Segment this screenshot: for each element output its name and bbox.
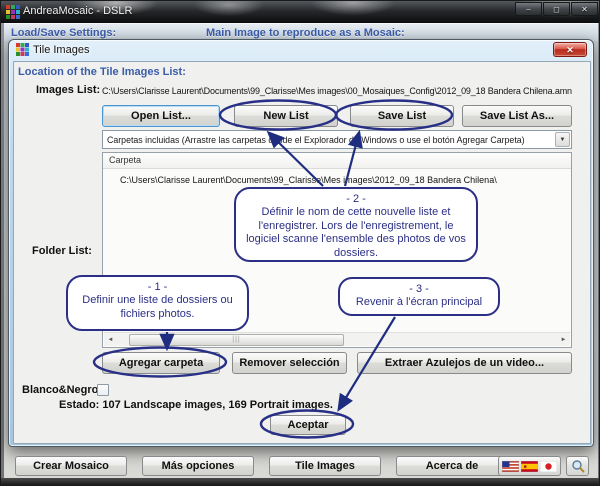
folder-list-label: Folder List: [32, 245, 92, 257]
new-list-button[interactable]: New List [234, 105, 338, 127]
section-heading: Location of the Tile Images List: [18, 66, 186, 78]
scrollbar-track[interactable]: ||| [117, 334, 557, 346]
scroll-right-icon[interactable]: ► [557, 334, 570, 346]
japan-flag-icon [540, 461, 557, 472]
search-settings-button[interactable] [566, 456, 589, 476]
blanco-negro-checkbox[interactable] [97, 384, 109, 396]
close-button[interactable]: ✕ [571, 2, 598, 16]
screen: AndreaMosaic - DSLR – ◻ ✕ Load/Save Sett… [0, 0, 600, 486]
callout-1: - 1 - Definir une liste de dossiers ou f… [66, 275, 249, 331]
callout-3: - 3 - Revenir à l'écran principal [338, 277, 500, 316]
dialog-title: Tile Images [33, 44, 89, 56]
horizontal-scrollbar[interactable]: ◄ ||| ► [104, 332, 570, 346]
folder-list-row[interactable]: C:\Users\Clarisse Laurent\Documents\99_C… [120, 175, 497, 185]
acerca-de-button[interactable]: Acerca de [396, 456, 508, 476]
blanco-negro-label: Blanco&Negro: [22, 384, 102, 396]
dialog-mosaic-icon [16, 43, 29, 56]
callout-2-number: - 2 - [244, 193, 468, 206]
folder-mode-dropdown[interactable]: Carpetas incluidas (Arrastre las carpeta… [102, 130, 572, 149]
minimize-button[interactable]: – [515, 2, 542, 16]
images-list-path: C:\Users\Clarisse Laurent\Documents\99_C… [102, 86, 572, 96]
scrollbar-thumb[interactable]: ||| [129, 334, 344, 346]
callout-2-text: Définir le nom de cette nouvelle liste e… [246, 206, 466, 258]
images-list-label: Images List: [36, 84, 100, 96]
save-list-as-button[interactable]: Save List As... [462, 105, 572, 127]
language-selector-button[interactable] [498, 456, 561, 476]
scroll-left-icon[interactable]: ◄ [104, 334, 117, 346]
callout-3-text: Revenir à l'écran principal [356, 296, 482, 308]
chevron-down-icon[interactable]: ▼ [555, 132, 570, 147]
remover-seleccion-button[interactable]: Remover selección [232, 352, 347, 374]
us-flag-icon [502, 461, 519, 472]
callout-3-number: - 3 - [348, 283, 490, 296]
dialog-close-button[interactable]: ✕ [553, 42, 587, 57]
window-left-edge [1, 23, 4, 478]
mas-opciones-button[interactable]: Más opciones [142, 456, 254, 476]
magnifier-icon [571, 459, 585, 473]
callout-1-number: - 1 - [76, 281, 239, 294]
callout-1-text: Definir une liste de dossiers ou fichier… [82, 294, 232, 319]
window-bottom-edge [1, 478, 600, 486]
main-window-title: AndreaMosaic - DSLR [23, 5, 132, 17]
estado-status-text: Estado: 107 Landscape images, 169 Portra… [59, 399, 333, 411]
extraer-azulejos-button[interactable]: Extraer Azulejos de un video... [357, 352, 572, 374]
column-header-carpeta[interactable]: Carpeta [103, 153, 571, 169]
open-list-button[interactable]: Open List... [102, 105, 220, 127]
window-controls: – ◻ ✕ [515, 2, 598, 16]
callout-2: - 2 - Définir le nom de cette nouvelle l… [234, 187, 478, 262]
tile-images-button[interactable]: Tile Images [269, 456, 381, 476]
main-window-titlebar: AndreaMosaic - DSLR – ◻ ✕ [1, 1, 600, 23]
maximize-button[interactable]: ◻ [543, 2, 570, 16]
aceptar-button[interactable]: Aceptar [270, 415, 346, 435]
crear-mosaico-button[interactable]: Crear Mosaico [15, 456, 127, 476]
load-save-settings-label: Load/Save Settings: [11, 27, 116, 39]
app-mosaic-icon [6, 5, 20, 19]
main-image-label: Main Image to reproduce as a Mosaic: [206, 27, 405, 39]
folder-mode-dropdown-value: Carpetas incluidas (Arrastre las carpeta… [103, 135, 555, 145]
save-list-button[interactable]: Save List [350, 105, 454, 127]
agregar-carpeta-button[interactable]: Agregar carpeta [102, 352, 220, 374]
spain-flag-icon [521, 461, 538, 472]
